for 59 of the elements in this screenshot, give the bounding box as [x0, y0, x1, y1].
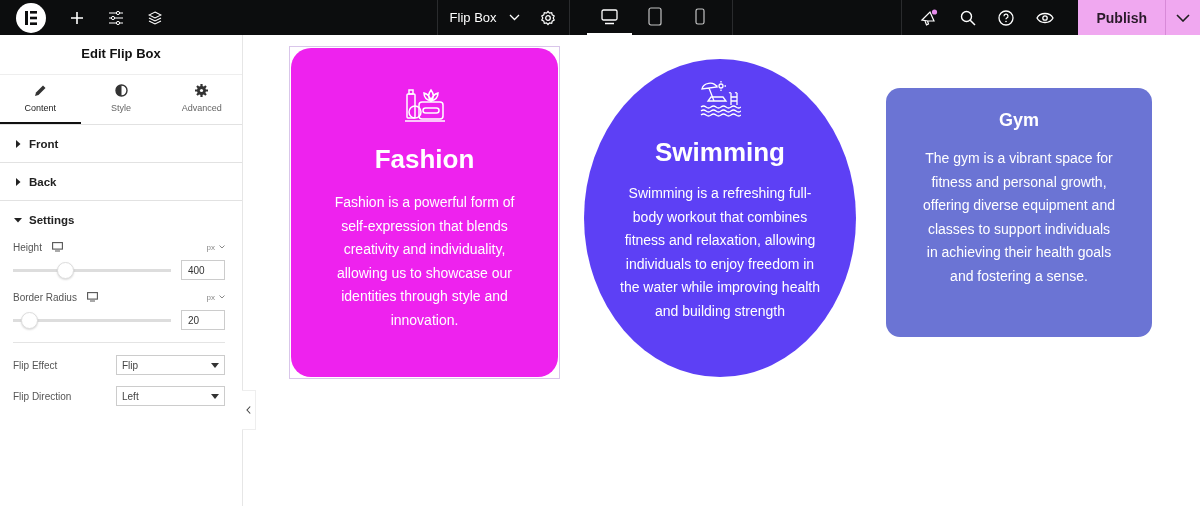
- number-input[interactable]: 400: [181, 260, 225, 280]
- desktop-icon[interactable]: [86, 292, 98, 302]
- panel-tab[interactable]: Advanced: [161, 75, 242, 124]
- preview-eye-icon[interactable]: [1036, 11, 1055, 24]
- publish-options-button[interactable]: [1165, 0, 1200, 35]
- card-title: Fashion: [374, 144, 475, 175]
- slider-thumb[interactable]: [20, 311, 38, 329]
- pencil-icon: [33, 84, 47, 97]
- help-icon[interactable]: [998, 9, 1015, 26]
- contrast-icon: [114, 84, 128, 97]
- beach-chair-icon: [699, 81, 741, 117]
- flip-box-card[interactable]: Gym The gym is a vibrant space for fitness and personal growth, offering diverse equipment and classes to support individuals in achieving their health goals and fostering a sense.: [886, 88, 1152, 337]
- control-label: Border Radius: [13, 291, 77, 303]
- card-title: Swimming: [655, 137, 785, 168]
- flip-box-card[interactable]: Swimming Swimming is a refreshing full-body workout that combines fitness and relaxation, allowing individuals to enjoy freedom in the water while improving health and building strength: [584, 59, 856, 377]
- desktop-icon[interactable]: [51, 242, 63, 252]
- section-toggle[interactable]: Settings: [0, 201, 242, 238]
- panel-tab[interactable]: Style: [80, 75, 162, 124]
- cosmetics-icon: [403, 88, 446, 124]
- gear-icon: [195, 84, 209, 97]
- caret-down-icon: [14, 216, 22, 224]
- control-label: Height: [13, 241, 42, 253]
- document-title-dropdown[interactable]: Flip Box: [449, 10, 520, 25]
- panel-title: Edit Flip Box: [0, 35, 242, 75]
- megaphone-icon[interactable]: [920, 8, 939, 27]
- panel-tab[interactable]: Content: [0, 75, 81, 124]
- unit-dropdown[interactable]: px: [206, 292, 225, 302]
- chevron-down-icon: [219, 295, 225, 299]
- chevron-down-icon: [508, 14, 520, 21]
- desktop-icon: [601, 8, 619, 25]
- select-dropdown[interactable]: Flip: [116, 355, 225, 375]
- slider-thumb[interactable]: [57, 261, 75, 279]
- phone-icon: [694, 8, 705, 25]
- card-description: Fashion is a powerful form of self-expression that blends creativity and individuality, allowing us to showcase our identities through style and innovation.: [333, 193, 516, 330]
- card-description: The gym is a vibrant space for fitness and personal growth, offering diverse equipment and classes to support individuals in achieving their health goals and fostering a sense.: [922, 149, 1116, 286]
- chevron-down-icon: [219, 245, 225, 249]
- caret-right-icon: [14, 178, 22, 186]
- add-icon[interactable]: [70, 10, 84, 25]
- section-toggle[interactable]: Front: [0, 125, 242, 162]
- caret-right-icon: [14, 140, 22, 148]
- settings-icon[interactable]: [539, 9, 556, 26]
- control-label: Flip Effect: [13, 359, 59, 371]
- select-dropdown[interactable]: Left: [116, 386, 225, 406]
- publish-button[interactable]: Publish: [1078, 0, 1166, 35]
- card-description: Swimming is a refreshing full-body workout that combines fitness and relaxation, allowing individuals to enjoy freedom in the water while improving health and building strength: [619, 184, 821, 321]
- chevron-down-icon: [1176, 13, 1191, 22]
- unit-dropdown[interactable]: px: [206, 242, 225, 252]
- caret-down-icon: [211, 362, 219, 368]
- section-toggle[interactable]: Back: [0, 163, 242, 200]
- card-title: Gym: [999, 110, 1039, 131]
- layers-icon[interactable]: [148, 10, 162, 25]
- sliders-icon[interactable]: [108, 10, 124, 25]
- caret-down-icon: [211, 393, 219, 399]
- control-label: Flip Direction: [13, 390, 73, 402]
- number-input[interactable]: 20: [181, 310, 225, 330]
- tablet-icon: [647, 7, 662, 26]
- chevron-left-icon: [246, 406, 251, 414]
- search-icon[interactable]: [960, 9, 977, 26]
- logo-icon[interactable]: [16, 2, 46, 33]
